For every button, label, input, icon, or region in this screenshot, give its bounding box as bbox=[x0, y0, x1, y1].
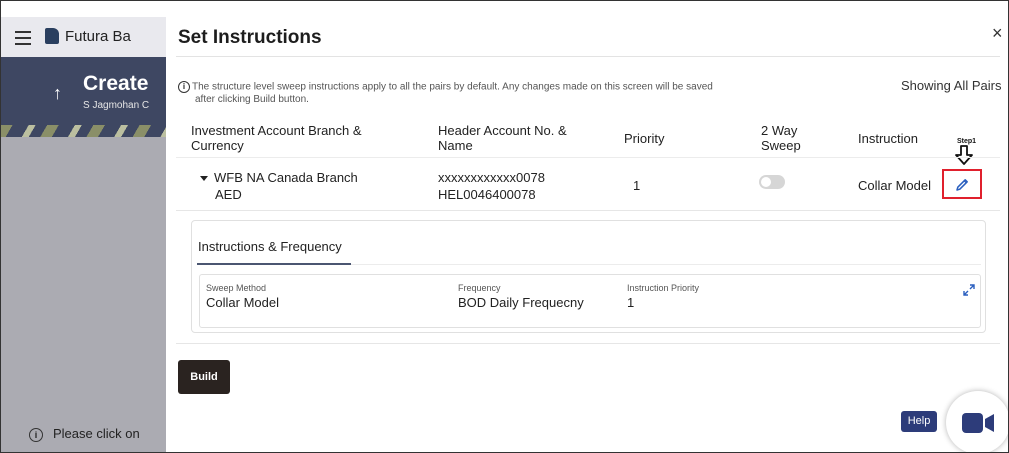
help-button[interactable]: Help bbox=[901, 411, 937, 432]
pencil-icon bbox=[956, 179, 968, 191]
divider bbox=[176, 56, 1000, 57]
column-header-header-account: Header Account No. & Name bbox=[438, 123, 567, 153]
background-note-text: Please click on bbox=[53, 426, 140, 441]
sweep-method-value: Collar Model bbox=[206, 295, 279, 310]
set-instructions-modal: Set Instructions × i The structure level … bbox=[166, 17, 1008, 452]
step-label: Step1 bbox=[957, 138, 977, 145]
divider bbox=[176, 210, 1000, 211]
close-icon[interactable]: × bbox=[992, 23, 1003, 44]
screen: Futura Ba ↑ Create S Jagmohan C i Please … bbox=[0, 0, 1009, 453]
row-account-number: xxxxxxxxxxxx0078 bbox=[438, 170, 545, 185]
tab-instructions-frequency[interactable]: Instructions & Frequency bbox=[198, 239, 342, 254]
brand-name: Futura Ba bbox=[65, 28, 131, 45]
row-priority: 1 bbox=[633, 178, 641, 193]
sweep-method-label: Sweep Method bbox=[206, 283, 267, 293]
info-line-1: The structure level sweep instructions a… bbox=[192, 81, 713, 93]
info-line-2: after clicking Build button. bbox=[195, 93, 309, 105]
video-call-button[interactable] bbox=[946, 391, 1008, 452]
active-tab-indicator bbox=[197, 263, 351, 265]
instruction-priority-value: 1 bbox=[627, 295, 635, 310]
branch-name: WFB NA Canada Branch bbox=[214, 170, 358, 185]
app-topbar: Futura Ba bbox=[1, 17, 166, 57]
divider bbox=[176, 343, 1000, 344]
down-arrow-icon bbox=[955, 145, 973, 165]
arrow-up-icon[interactable]: ↑ bbox=[53, 83, 62, 104]
banner-subtitle: S Jagmohan C bbox=[83, 100, 150, 111]
column-header-account: Investment Account Branch & Currency bbox=[191, 123, 362, 153]
frequency-value: BOD Daily Frequecny bbox=[458, 295, 584, 310]
banner-title: Create bbox=[83, 72, 149, 95]
expand-icon[interactable] bbox=[962, 283, 976, 297]
banner-decoration bbox=[1, 125, 166, 137]
hamburger-menu-icon[interactable] bbox=[15, 31, 31, 49]
instructions-panel: Instructions & Frequency Sweep Method Co… bbox=[191, 220, 986, 333]
row-account-name: HEL0046400078 bbox=[438, 187, 536, 202]
column-header-priority: Priority bbox=[624, 131, 665, 146]
divider bbox=[176, 157, 1000, 158]
column-header-instruction: Instruction bbox=[858, 131, 918, 146]
row-branch[interactable]: WFB NA Canada Branch bbox=[200, 170, 358, 185]
brand-logo bbox=[45, 28, 59, 44]
edit-button[interactable] bbox=[942, 169, 982, 199]
page-banner: ↑ Create S Jagmohan C bbox=[1, 57, 166, 137]
background-note: i Please click on bbox=[29, 426, 140, 442]
modal-title: Set Instructions bbox=[178, 27, 322, 48]
two-way-sweep-toggle[interactable] bbox=[759, 175, 785, 189]
app-overlay bbox=[1, 137, 166, 452]
row-currency: AED bbox=[215, 187, 242, 202]
instruction-summary-card: Sweep Method Collar Model Frequency BOD … bbox=[199, 274, 981, 328]
build-button[interactable]: Build bbox=[178, 360, 230, 394]
frequency-label: Frequency bbox=[458, 283, 501, 293]
column-header-two-way-sweep: 2 Way Sweep bbox=[761, 123, 801, 153]
info-icon: i bbox=[29, 428, 43, 442]
video-camera-icon bbox=[962, 413, 994, 433]
row-instruction: Collar Model bbox=[858, 178, 931, 193]
instruction-priority-label: Instruction Priority bbox=[627, 283, 700, 293]
caret-down-icon[interactable] bbox=[200, 176, 208, 182]
info-icon: i bbox=[178, 81, 190, 93]
showing-all-pairs: Showing All Pairs bbox=[901, 78, 1002, 93]
info-message: i The structure level sweep instructions … bbox=[178, 81, 778, 106]
